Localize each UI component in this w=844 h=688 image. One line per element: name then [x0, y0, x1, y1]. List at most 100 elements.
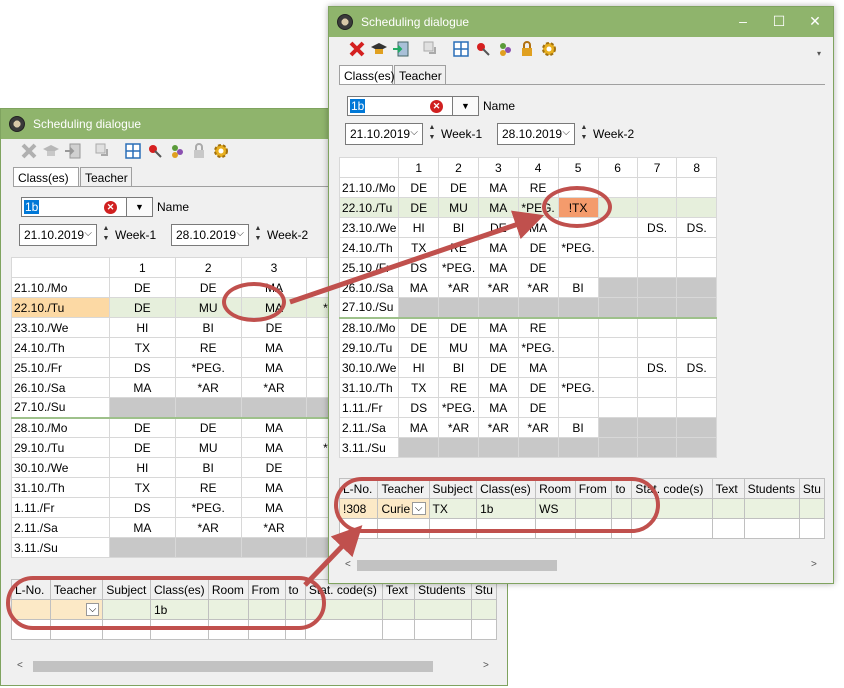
day-label[interactable]: 2.11./Sa: [11, 517, 110, 538]
timetable-cell[interactable]: MA: [477, 197, 519, 218]
timetable-cell[interactable]: DE: [108, 416, 176, 438]
timetable-cell[interactable]: *AR: [438, 277, 479, 298]
timetable-cell[interactable]: DE: [108, 277, 176, 298]
timetable-cell[interactable]: [676, 417, 717, 438]
timetable-cell[interactable]: DE: [517, 237, 559, 258]
timetable-cell[interactable]: DS.: [676, 217, 717, 238]
timetable-cell[interactable]: RE: [174, 477, 242, 498]
lesson-cell[interactable]: [414, 619, 472, 640]
period-header[interactable]: 1: [398, 157, 440, 178]
timetable-cell[interactable]: MA: [477, 316, 519, 338]
timetable-cell[interactable]: [597, 277, 638, 298]
timetable-cell[interactable]: [636, 377, 678, 398]
timetable-cell[interactable]: [438, 437, 479, 458]
export-icon[interactable]: [63, 141, 83, 161]
graduation-cap-icon[interactable]: [41, 141, 61, 161]
timetable-cell[interactable]: [597, 257, 638, 278]
timetable-cell[interactable]: MA: [477, 177, 519, 198]
gear-icon[interactable]: [539, 39, 559, 59]
maximize-icon[interactable]: ☐: [765, 11, 793, 31]
timetable-cell[interactable]: [174, 397, 242, 418]
scroll-thumb[interactable]: [33, 661, 433, 672]
lesson-column-header[interactable]: Students: [743, 478, 800, 499]
week-spinner-2[interactable]: ▲ ▼: [579, 123, 589, 145]
timetable-cell[interactable]: DS.: [636, 217, 678, 238]
users-icon[interactable]: [167, 141, 187, 161]
day-label[interactable]: 24.10./Th: [338, 237, 400, 258]
day-label[interactable]: 22.10./Tu: [11, 297, 110, 318]
timetable-cell[interactable]: DE: [108, 437, 176, 458]
timetable-cell[interactable]: MA: [517, 357, 559, 378]
timetable-cell[interactable]: *AR: [477, 417, 519, 438]
day-label[interactable]: 1.11./Fr: [11, 497, 110, 518]
timetable-cell[interactable]: [174, 537, 242, 558]
export-icon[interactable]: [391, 39, 411, 59]
day-label[interactable]: 30.10./We: [11, 457, 110, 478]
timetable-cell[interactable]: [636, 437, 678, 458]
timetable-cell[interactable]: [597, 297, 638, 318]
lesson-cell[interactable]: [798, 518, 826, 539]
day-label[interactable]: 25.10./Fr: [338, 257, 400, 278]
timetable-cell[interactable]: TX: [398, 377, 440, 398]
timetable-cell[interactable]: [557, 297, 599, 318]
day-label[interactable]: 30.10./We: [338, 357, 400, 378]
day-label[interactable]: 27.10./Su: [11, 397, 110, 418]
lesson-cell[interactable]: [381, 599, 416, 620]
day-label[interactable]: 21.10./Mo: [338, 177, 400, 198]
timetable-cell[interactable]: MA: [240, 357, 308, 378]
pin-icon[interactable]: [473, 39, 493, 59]
period-header[interactable]: 3: [240, 257, 308, 278]
day-label[interactable]: 21.10./Mo: [11, 277, 110, 298]
timetable-cell[interactable]: *AR: [240, 377, 308, 398]
timetable-cell[interactable]: DE: [398, 316, 440, 338]
day-label[interactable]: 29.10./Tu: [11, 437, 110, 458]
lesson-cell[interactable]: [743, 518, 800, 539]
day-label[interactable]: 27.10./Su: [338, 297, 400, 318]
timetable-cell[interactable]: TX: [398, 237, 440, 258]
day-label[interactable]: 3.11./Su: [338, 437, 400, 458]
day-label[interactable]: 23.10./We: [11, 317, 110, 338]
timetable-cell[interactable]: RE: [438, 237, 479, 258]
timetable-cell[interactable]: RE: [517, 316, 559, 338]
timetable-cell[interactable]: [477, 297, 519, 318]
timetable-cell[interactable]: DE: [477, 217, 519, 238]
period-header[interactable]: 8: [676, 157, 717, 178]
timetable-cell[interactable]: [398, 297, 440, 318]
timetable-cell[interactable]: [557, 357, 599, 378]
timetable-cell[interactable]: DS: [108, 357, 176, 378]
timetable-cell[interactable]: RE: [438, 377, 479, 398]
timetable-cell[interactable]: MA: [477, 237, 519, 258]
timetable-cell[interactable]: *PEG.: [517, 337, 559, 358]
timetable-cell[interactable]: [676, 277, 717, 298]
swap-icon[interactable]: [93, 141, 113, 161]
timetable-cell[interactable]: DE: [438, 316, 479, 338]
timetable-cell[interactable]: MA: [398, 277, 440, 298]
timetable-cell[interactable]: MA: [398, 417, 440, 438]
tab-classes[interactable]: Class(es): [339, 65, 395, 85]
timetable-cell[interactable]: [438, 297, 479, 318]
timetable-cell[interactable]: DE: [477, 357, 519, 378]
timetable-cell[interactable]: MA: [240, 416, 308, 438]
class-selector[interactable]: 1b ✕ ▼: [347, 96, 479, 116]
timetable-cell[interactable]: [676, 397, 717, 418]
timetable-cell[interactable]: DS.: [676, 357, 717, 378]
lesson-cell[interactable]: [711, 498, 745, 519]
timetable-cell[interactable]: [557, 257, 599, 278]
week-spinner-1[interactable]: ▲ ▼: [101, 224, 111, 246]
timetable-cell[interactable]: BI: [438, 357, 479, 378]
class-selector[interactable]: 1b ✕ ▼: [21, 197, 153, 217]
timetable-cell[interactable]: MA: [108, 517, 176, 538]
day-label[interactable]: 29.10./Tu: [338, 337, 400, 358]
timetable-cell[interactable]: MA: [477, 397, 519, 418]
toolbar-overflow-icon[interactable]: ▾: [817, 49, 821, 58]
timetable-cell[interactable]: [240, 537, 308, 558]
timetable-cell[interactable]: [636, 177, 678, 198]
period-header[interactable]: 3: [477, 157, 519, 178]
scroll-left-icon[interactable]: <: [345, 559, 351, 570]
timetable-cell[interactable]: *AR: [477, 277, 519, 298]
scroll-thumb[interactable]: [357, 560, 557, 571]
timetable-cell[interactable]: BI: [557, 277, 599, 298]
timetable-cell[interactable]: DE: [398, 177, 440, 198]
timetable-cell[interactable]: MU: [438, 337, 479, 358]
timetable-cell[interactable]: [676, 297, 717, 318]
